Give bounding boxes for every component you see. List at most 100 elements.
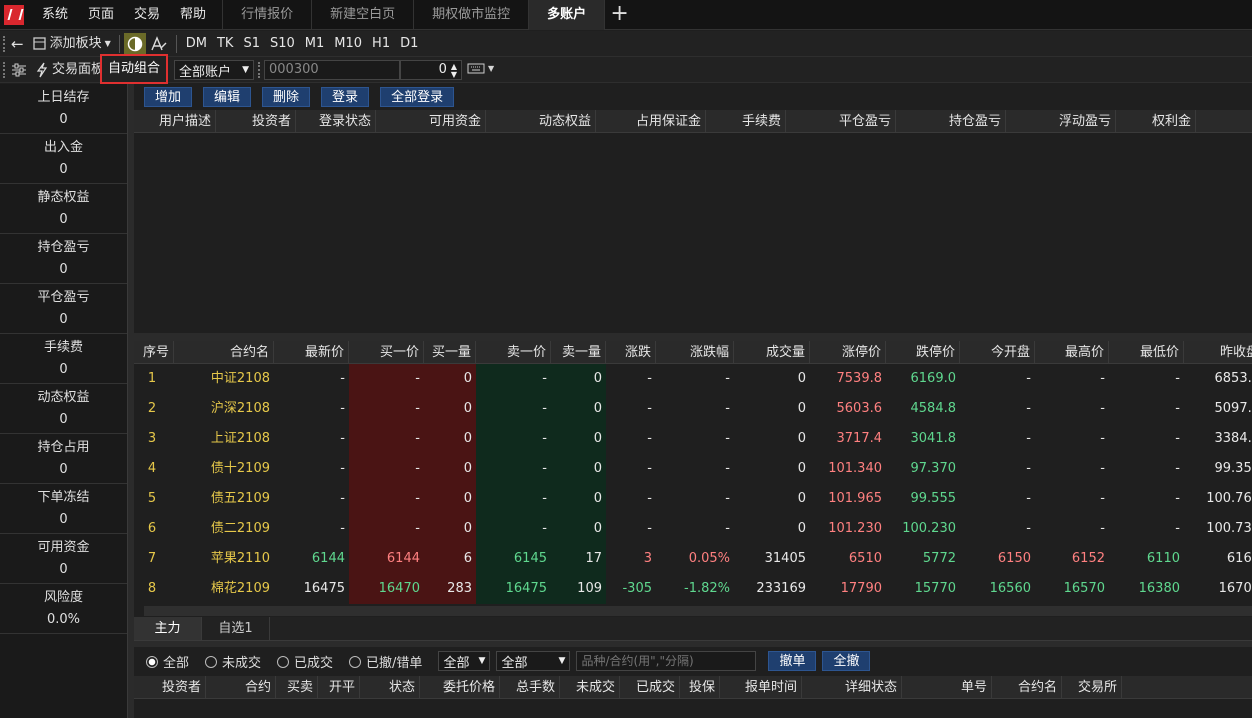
horizontal-scrollbar[interactable] (144, 606, 1252, 616)
font-style-button[interactable] (146, 33, 172, 55)
period-d1[interactable]: D1 (395, 36, 423, 51)
column-header[interactable]: 动态权益 (486, 110, 596, 132)
add-tab-icon[interactable]: + (604, 0, 634, 30)
settings-sliders-button[interactable] (7, 59, 31, 81)
column-header[interactable]: 用户描述 (134, 110, 216, 132)
table-row[interactable]: 7 苹果2110 6144 6144 6 6145 17 3 0.05% 31405 6510 577… (134, 544, 1252, 574)
tab-multi-account[interactable]: 多账户 (528, 0, 605, 30)
period-dm[interactable]: DM (181, 36, 212, 51)
column-header[interactable]: 卖一量 (551, 341, 606, 363)
table-row[interactable]: 2沪深2108--0-0--05603.64584.8---5097.8 (134, 394, 1252, 424)
table-row[interactable]: 5债五2109--0-0--0101.96599.555---100.765 (134, 484, 1252, 514)
tab-new-blank[interactable]: 新建空白页 (311, 0, 413, 30)
quantity-stepper[interactable]: 0 ▲ ▼ (400, 60, 462, 80)
column-header[interactable]: 总手数 (500, 676, 560, 698)
column-header[interactable]: 涨跌幅 (656, 341, 734, 363)
column-header[interactable]: 持仓盈亏 (896, 110, 1006, 132)
cancel-all-button[interactable]: 全撤 (822, 651, 871, 671)
period-tk[interactable]: TK (212, 36, 238, 51)
column-header[interactable]: 手续费 (706, 110, 786, 132)
column-header[interactable]: 未成交 (560, 676, 620, 698)
column-header[interactable]: 成交量 (734, 341, 810, 363)
table-row[interactable]: 4债十2109--0-0--0101.34097.370---99.355 (134, 454, 1252, 484)
keyboard-button[interactable]: ▼ (467, 62, 494, 74)
column-header[interactable]: 今开盘 (960, 341, 1035, 363)
table-row[interactable]: 8 棉花2109 16475 16470 283 16475 109 -305 -1.82% 23… (134, 574, 1252, 604)
cancel-order-button[interactable]: 撤单 (768, 651, 817, 671)
auto-combo-button[interactable]: 自动组合 (100, 54, 169, 84)
table-cell: 0 (424, 394, 476, 424)
trade-panel-button[interactable]: 交易面板 (31, 59, 108, 81)
radio-unfilled[interactable]: 未成交 (205, 652, 271, 671)
period-s10[interactable]: S10 (265, 36, 300, 51)
tab-option-monitor[interactable]: 期权做市监控 (413, 0, 528, 30)
column-header[interactable]: 已成交 (620, 676, 680, 698)
add-account-button[interactable]: 增加 (144, 87, 193, 107)
tab-watchlist-1[interactable]: 自选1 (202, 617, 270, 640)
panel-splitter[interactable] (134, 641, 1252, 647)
column-header[interactable]: 买卖 (276, 676, 318, 698)
column-header[interactable]: 合约 (206, 676, 276, 698)
column-header[interactable]: 买一价 (349, 341, 424, 363)
column-header[interactable]: 涨停价 (810, 341, 886, 363)
column-header[interactable]: 买一量 (424, 341, 476, 363)
period-s1[interactable]: S1 (238, 36, 265, 51)
column-header[interactable]: 最低价 (1109, 341, 1184, 363)
column-header[interactable]: 开平 (318, 676, 360, 698)
column-header[interactable]: 报单时间 (720, 676, 802, 698)
menu-help[interactable]: 帮助 (170, 0, 216, 30)
period-h1[interactable]: H1 (367, 36, 395, 51)
login-all-button[interactable]: 全部登录 (380, 87, 455, 107)
column-header[interactable]: 投资者 (216, 110, 296, 132)
column-header[interactable]: 可用资金 (376, 110, 486, 132)
contract-filter-input[interactable] (576, 651, 757, 671)
column-header[interactable]: 合约名 (174, 341, 274, 363)
delete-account-button[interactable]: 删除 (262, 87, 311, 107)
account-select[interactable]: 全部账户 ▼ (174, 60, 254, 80)
table-row[interactable]: 1中证2108--0-0--07539.86169.0---6853.6 (134, 364, 1252, 394)
radio-filled[interactable]: 已成交 (277, 652, 343, 671)
menu-page[interactable]: 页面 (78, 0, 124, 30)
column-header[interactable]: 涨跌 (606, 341, 656, 363)
table-cell: - (725, 431, 730, 446)
column-header[interactable]: 合约名 (992, 676, 1062, 698)
column-header[interactable]: 详细状态 (802, 676, 902, 698)
column-header[interactable]: 投保 (680, 676, 720, 698)
panel-splitter[interactable] (134, 333, 1252, 341)
order-filter-select-2[interactable]: 全部 ▼ (496, 651, 571, 671)
period-m1[interactable]: M1 (300, 36, 330, 51)
menu-system[interactable]: 系统 (32, 0, 78, 30)
column-header[interactable]: 最高价 (1035, 341, 1109, 363)
table-row[interactable]: 6债二2109--0-0--0101.230100.230---100.730 (134, 514, 1252, 544)
column-header[interactable]: 平仓盈亏 (786, 110, 896, 132)
column-header[interactable]: 登录状态 (296, 110, 376, 132)
menu-trade[interactable]: 交易 (124, 0, 170, 30)
stepper-arrows-icon[interactable]: ▲ ▼ (451, 61, 457, 79)
column-header[interactable]: 单号 (902, 676, 992, 698)
contract-code-input[interactable]: 000300 (264, 60, 400, 80)
add-block-button[interactable]: 添加板块 ▼ (28, 33, 115, 55)
column-header[interactable]: 昨收盘 (1184, 341, 1252, 363)
column-header[interactable]: 浮动盈亏 (1006, 110, 1116, 132)
column-header[interactable]: 跌停价 (886, 341, 960, 363)
period-m10[interactable]: M10 (329, 36, 367, 51)
tab-quotes[interactable]: 行情报价 (222, 0, 311, 30)
edit-account-button[interactable]: 编辑 (203, 87, 252, 107)
back-button[interactable]: ← (7, 33, 28, 55)
login-button[interactable]: 登录 (321, 87, 370, 107)
column-header[interactable]: 状态 (360, 676, 420, 698)
column-header[interactable]: 交易所 (1062, 676, 1122, 698)
theme-toggle-button[interactable] (123, 32, 146, 55)
column-header[interactable]: 投资者 (134, 676, 206, 698)
column-header[interactable]: 序号 (134, 341, 174, 363)
column-header[interactable]: 占用保证金 (596, 110, 706, 132)
column-header[interactable]: 委托价格 (420, 676, 500, 698)
order-filter-select-1[interactable]: 全部 ▼ (438, 651, 491, 671)
column-header[interactable]: 最新价 (274, 341, 349, 363)
column-header[interactable]: 权利金 (1116, 110, 1196, 132)
table-row[interactable]: 3上证2108--0-0--03717.43041.8---3384.6 (134, 424, 1252, 454)
radio-all[interactable]: 全部 (146, 652, 199, 671)
tab-main-contracts[interactable]: 主力 (134, 617, 202, 640)
column-header[interactable]: 卖一价 (476, 341, 551, 363)
radio-cancelled[interactable]: 已撤/错单 (349, 652, 432, 671)
